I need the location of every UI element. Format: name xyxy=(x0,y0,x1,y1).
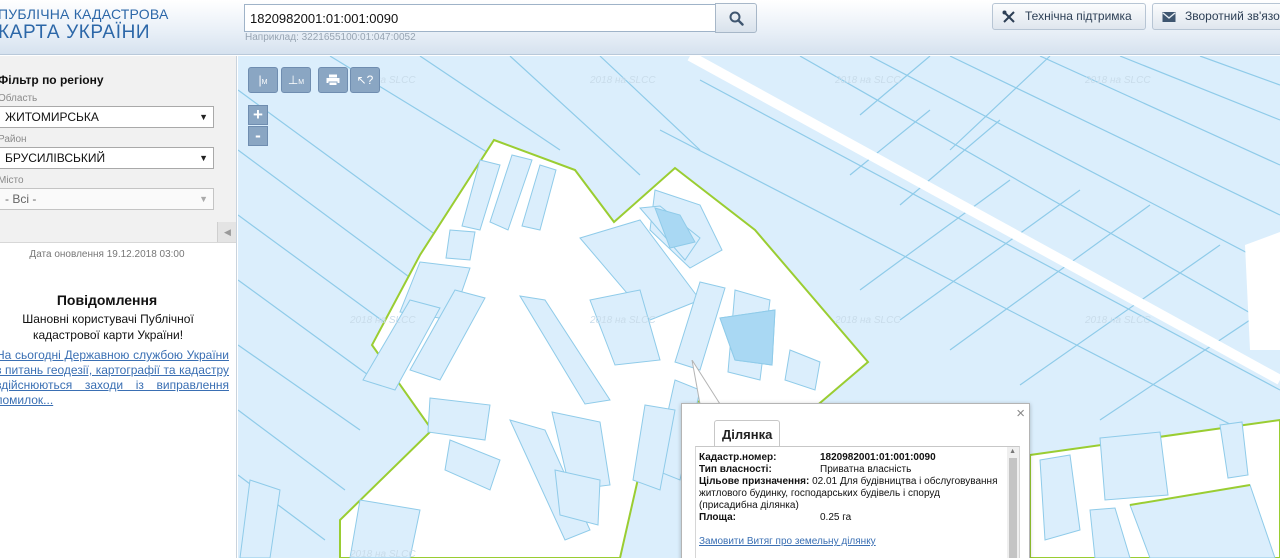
map-watermark: 2018 на SLCC xyxy=(834,75,901,86)
area-value: 0.25 га xyxy=(820,512,852,523)
district-label: Район xyxy=(0,134,27,145)
area-ruler-icon: ⊥M xyxy=(287,73,305,87)
area-row: Площа: 0.25 га xyxy=(699,512,1019,524)
news-title: Повідомлення xyxy=(56,292,158,308)
purpose-row: Цільове призначення: 02.01 Для будівницт… xyxy=(699,476,999,512)
search-button[interactable] xyxy=(715,3,757,33)
sidebar: Фільтр по регіону Область ЖИТОМИРСЬКА ▼ … xyxy=(0,56,237,558)
print-button[interactable] xyxy=(318,67,348,93)
collapse-sidebar-button[interactable]: ◀ xyxy=(217,222,236,242)
purpose-label: Цільове призначення: xyxy=(699,476,810,487)
city-label: Місто xyxy=(0,175,24,186)
logo-line-2: КАРТА УКРАЇНИ xyxy=(0,22,151,43)
district-select[interactable]: БРУСИЛІВСЬКИЙ ▼ xyxy=(0,147,214,169)
tools-icon xyxy=(1002,10,1015,23)
map-watermark: 2018 на SLCC xyxy=(589,315,656,326)
header: ПУБЛІЧНА КАДАСТРОВА КАРТА УКРАЇНИ Наприк… xyxy=(0,0,1280,55)
support-button[interactable]: Технічна підтримка xyxy=(992,3,1146,30)
parcel-info-popup: × Ділянка Кадастр.номер: 1820982001:01:0… xyxy=(681,403,1030,558)
tab-parcel[interactable]: Ділянка xyxy=(714,420,781,447)
search-hint: Наприклад: 3221655100:01:047:0052 xyxy=(245,32,416,43)
map-watermark: 2018 на SLCC xyxy=(589,75,656,86)
logo-line-1: ПУБЛІЧНА КАДАСТРОВА xyxy=(0,6,169,22)
measure-length-button[interactable]: |M xyxy=(248,67,278,93)
identify-button[interactable]: ↖? xyxy=(350,67,380,93)
update-date: Дата оновлення 19.12.2018 03:00 xyxy=(29,249,185,260)
cadastral-search-input[interactable] xyxy=(244,4,716,32)
map-watermark: 2018 на SLCC xyxy=(1084,75,1151,86)
region-label: Область xyxy=(0,93,38,104)
filter-title: Фільтр по регіону xyxy=(0,73,104,87)
measure-area-button[interactable]: ⊥M xyxy=(281,67,311,93)
ownership-value: Приватна власність xyxy=(820,464,912,475)
region-value: ЖИТОМИРСЬКА xyxy=(5,110,99,124)
news-link[interactable]: На сьогодні Державною службою України з … xyxy=(0,348,229,408)
site-logo[interactable]: ПУБЛІЧНА КАДАСТРОВА КАРТА УКРАЇНИ xyxy=(0,7,169,44)
map-watermark: 2018 на SLCC xyxy=(1084,315,1151,326)
dropdown-arrow-icon: ▼ xyxy=(199,153,208,163)
printer-icon xyxy=(326,74,340,86)
scrollbar-thumb[interactable] xyxy=(1009,458,1017,558)
envelope-icon xyxy=(1162,12,1176,22)
city-value: - Всі - xyxy=(5,192,37,206)
feedback-label: Зворотний зв'язок xyxy=(1185,9,1280,23)
chevron-left-icon: ◀ xyxy=(224,227,231,237)
city-select[interactable]: - Всі - ▼ xyxy=(0,188,214,210)
ownership-row: Тип власності: Приватна власність xyxy=(699,464,1019,476)
zoom-out-button[interactable]: - xyxy=(248,126,268,146)
map-watermark: 2018 на SLCC xyxy=(349,315,416,326)
cadastral-number-label: Кадастр.номер: xyxy=(699,452,777,463)
parcel-details: Кадастр.номер: 1820982001:01:001:0090 Ти… xyxy=(695,446,1020,558)
zoom-in-button[interactable]: + xyxy=(248,105,268,125)
cadastral-number-value: 1820982001:01:001:0090 xyxy=(820,452,936,463)
dropdown-arrow-icon: ▼ xyxy=(199,194,208,204)
cadastral-number-row: Кадастр.номер: 1820982001:01:001:0090 xyxy=(699,452,1019,464)
region-filter-panel: Фільтр по регіону Область ЖИТОМИРСЬКА ▼ … xyxy=(0,56,236,243)
scroll-up-icon[interactable]: ▲ xyxy=(1009,448,1016,455)
news-body: Шановні користувачі Публічної кадастрово… xyxy=(22,312,194,342)
cursor-question-icon: ↖? xyxy=(356,73,374,87)
support-label: Технічна підтримка xyxy=(1025,9,1132,23)
dropdown-arrow-icon: ▼ xyxy=(199,112,208,122)
map-watermark: 2018 на SLCC xyxy=(834,315,901,326)
region-select[interactable]: ЖИТОМИРСЬКА ▼ xyxy=(0,106,214,128)
close-popup-button[interactable]: × xyxy=(1016,405,1025,422)
popup-scrollbar[interactable]: ▲ xyxy=(1007,447,1019,558)
district-value: БРУСИЛІВСЬКИЙ xyxy=(5,151,106,165)
search-icon xyxy=(729,11,744,26)
map-watermark: 2018 на SLCC xyxy=(349,549,416,558)
popup-pointer xyxy=(691,360,720,405)
feedback-button[interactable]: Зворотний зв'язок xyxy=(1152,3,1280,30)
area-label: Площа: xyxy=(699,512,736,523)
ownership-label: Тип власності: xyxy=(699,464,772,475)
ruler-icon: |M xyxy=(258,73,268,87)
order-extract-link[interactable]: Замовити Витяг про земельну ділянку xyxy=(699,536,876,547)
